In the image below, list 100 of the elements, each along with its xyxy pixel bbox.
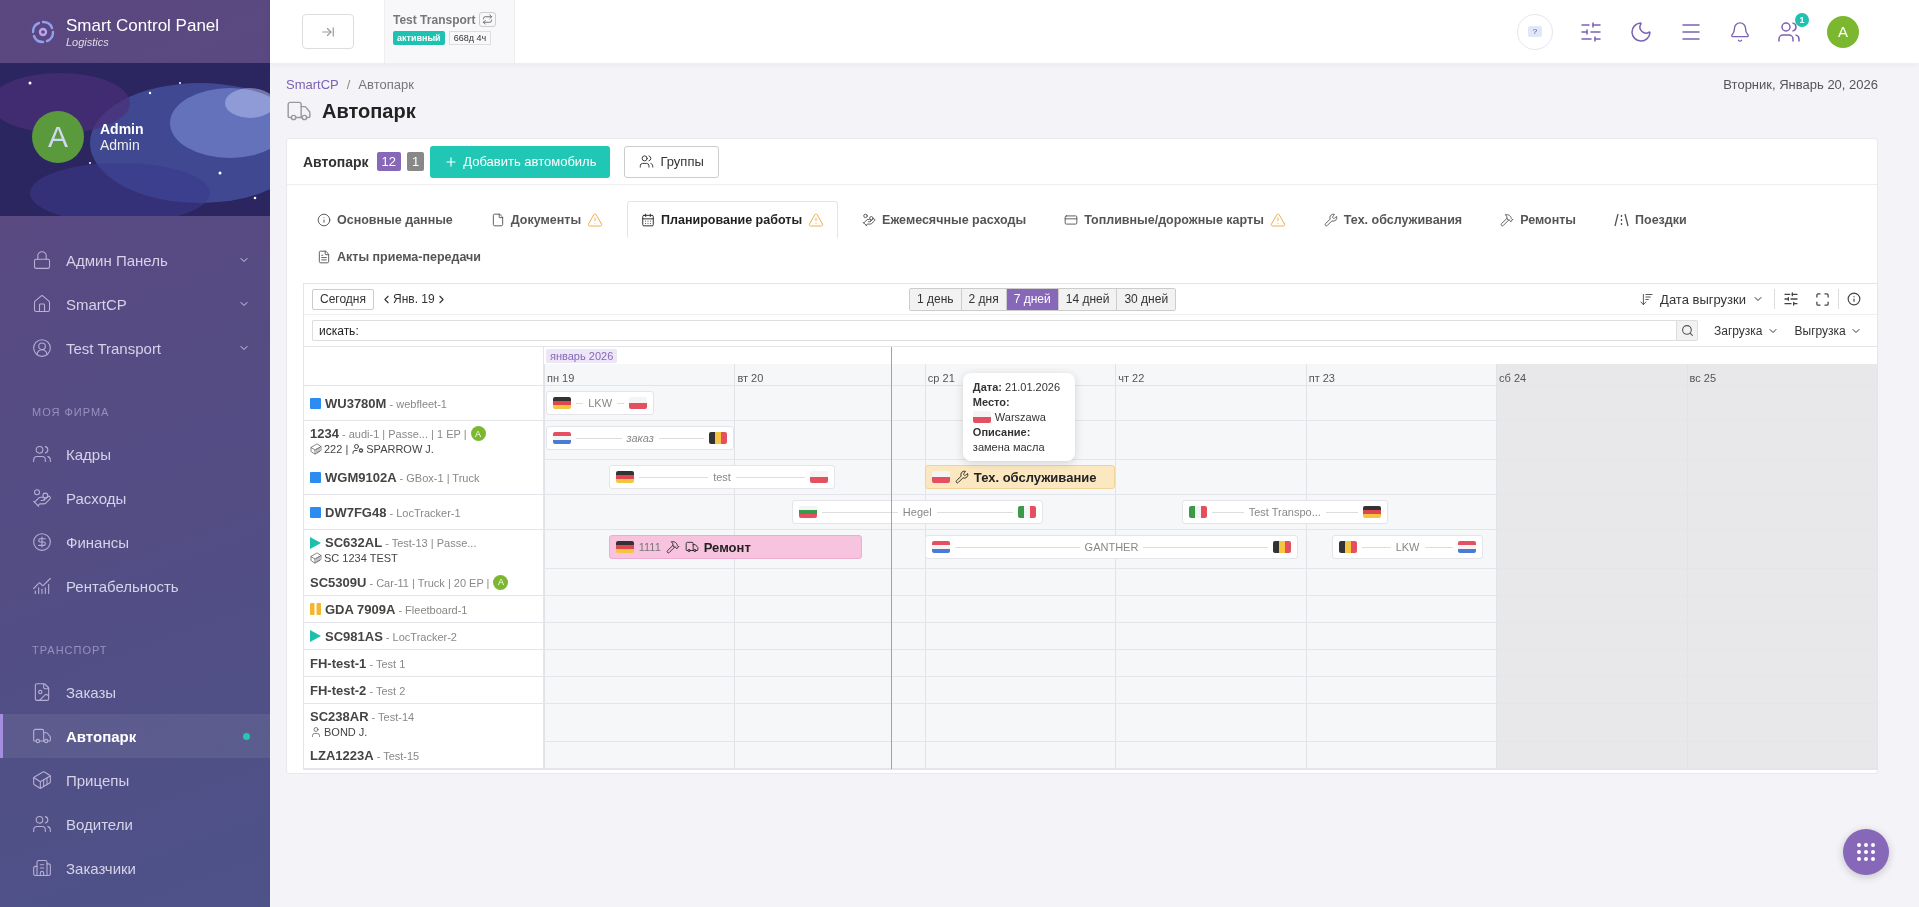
switch-button[interactable] — [479, 12, 497, 27]
user-role: Admin — [100, 137, 141, 153]
loading-dropdown[interactable]: Загрузка — [1714, 323, 1779, 338]
search-button[interactable] — [1676, 320, 1698, 341]
users-icon — [32, 814, 52, 834]
settings-button[interactable] — [1579, 19, 1603, 44]
nav-item[interactable]: SmartCP — [0, 282, 270, 326]
vehicle-title: GDA 7909A - Fleetboard-1 — [325, 601, 468, 617]
vehicle-title: LZA1223A - Test-15 — [310, 747, 420, 763]
uptime-badge: 668д 4ч — [448, 31, 492, 45]
info-icon — [1847, 292, 1861, 306]
user-name: Admin — [100, 121, 144, 137]
vehicle-title: DW7FG48 - LocTracker-1 — [325, 504, 461, 520]
nav-item[interactable]: Прицепы — [0, 758, 270, 802]
range-button[interactable]: 2 дня — [960, 288, 1006, 310]
tab[interactable]: Топливные/дорожные карты — [1050, 201, 1300, 238]
range-button[interactable]: 14 дней — [1057, 288, 1117, 310]
card-title: Автопарк — [303, 153, 369, 170]
tab[interactable]: Планирование работы — [627, 201, 839, 238]
home-icon — [32, 294, 52, 314]
sliders-icon — [1783, 291, 1799, 307]
trip-bar[interactable]: LKW — [1332, 535, 1483, 559]
moon-button[interactable] — [1629, 19, 1653, 44]
today-button[interactable]: Сегодня — [312, 288, 374, 310]
count-badge: 1 — [407, 152, 425, 171]
search-field[interactable]: искать: — [312, 320, 1676, 341]
current-date: Вторник, Январь 20, 2026 — [1723, 77, 1878, 92]
company-name: Test Transport — [393, 12, 476, 27]
driver-name: BOND J. — [310, 726, 368, 738]
trailer-name: 222 | — [310, 443, 349, 455]
range-button[interactable]: 30 дней — [1116, 288, 1176, 310]
sort-icon — [1639, 291, 1655, 307]
tab[interactable]: Поездки — [1600, 201, 1701, 238]
hand-coins-icon — [32, 488, 52, 508]
vehicle-title: FH-test-1 - Test 1 — [310, 655, 406, 671]
brand-title: Smart Control Panel — [66, 15, 220, 36]
repair-bar[interactable]: 1111 Ремонт — [608, 535, 862, 559]
nav-item[interactable]: Кадры — [0, 432, 270, 476]
sort-dropdown[interactable]: Дата выгрузки — [1629, 291, 1774, 307]
truck-icon — [32, 726, 52, 746]
nav-item[interactable]: Админ Панель — [0, 238, 270, 282]
vehicle-title: SC238AR - Test-14 — [310, 709, 415, 724]
nav-item[interactable]: Заказы — [0, 670, 270, 714]
page-title: Автопарк — [322, 99, 416, 123]
card-icon — [1064, 213, 1079, 227]
day-label: ср 21 — [927, 372, 955, 384]
nav-item[interactable]: Автопарк — [0, 714, 270, 758]
lock-icon — [32, 250, 52, 270]
tab[interactable]: Тех. обслуживания — [1309, 201, 1477, 238]
nav-item[interactable]: Заказчики — [0, 846, 270, 890]
day-label: вс 25 — [1689, 372, 1717, 384]
tab[interactable]: Акты приема-передачи — [303, 238, 495, 275]
nav-item[interactable]: Расходы — [0, 476, 270, 520]
order-bar[interactable]: заказ — [545, 426, 735, 450]
vehicle-title: SC632AL - Test-13 | Passe... — [325, 535, 477, 550]
help-button[interactable]: ? — [1517, 13, 1553, 50]
count-badge: 12 — [376, 152, 402, 171]
day-label: сб 24 — [1499, 372, 1527, 384]
nav-item[interactable]: Водители — [0, 802, 270, 846]
breadcrumb-link[interactable]: Автопарк — [358, 77, 414, 92]
trip-bar[interactable]: test — [608, 465, 836, 489]
vehicle-title: SC981AS - LocTracker-2 — [325, 628, 457, 644]
vehicle-title: FH-test-2 - Test 2 — [310, 682, 406, 698]
nav-item[interactable]: Test Transport — [0, 326, 270, 370]
nav-item[interactable]: Рентабельность — [0, 564, 270, 608]
driver-name: SPARROW J. — [352, 443, 434, 455]
building-icon — [32, 858, 52, 878]
trip-bar[interactable]: GANTHER — [924, 535, 1299, 559]
bell-button[interactable] — [1729, 20, 1751, 43]
nav-item[interactable]: Финансы — [0, 520, 270, 564]
tab[interactable]: Документы — [476, 201, 618, 238]
trip-bar[interactable]: LKW — [545, 391, 655, 415]
wrench-icon — [1323, 213, 1338, 227]
month-label: январь 2026 — [546, 349, 618, 363]
range-button[interactable]: 7 дней — [1005, 288, 1058, 310]
plus-icon — [444, 154, 459, 169]
calendar-icon — [641, 213, 656, 227]
apps-button[interactable] — [1843, 829, 1889, 875]
road-icon — [1614, 213, 1629, 227]
period-picker[interactable]: Янв. 19 — [380, 292, 448, 306]
trip-bar[interactable]: Hegel — [791, 500, 1043, 524]
avatar-badge: A — [470, 426, 486, 441]
tab[interactable]: Ремонты — [1486, 201, 1590, 238]
trip-bar[interactable]: Test Transpo... — [1181, 500, 1388, 524]
section-heading: МОЯ ФИРМА — [31, 405, 111, 420]
tab[interactable]: Основные данные — [303, 201, 467, 238]
arrow-icon — [321, 24, 335, 39]
tab[interactable]: Ежемесячные расходы — [848, 201, 1041, 238]
users-button[interactable] — [1777, 19, 1801, 44]
users-icon — [32, 444, 52, 464]
info-icon — [317, 213, 331, 227]
user-icon — [32, 338, 52, 358]
vehicle-title: WU3780M - webfleet-1 — [325, 395, 447, 411]
hand-coins-icon — [862, 213, 877, 227]
groups-button[interactable]: Группы — [624, 145, 719, 178]
unloading-dropdown[interactable]: Выгрузка — [1794, 323, 1862, 338]
range-button[interactable]: 1 день — [910, 288, 961, 310]
driver-icon — [310, 726, 322, 738]
maintenance-bar[interactable]: Тех. обслуживание — [924, 465, 1116, 489]
breadcrumb-link[interactable]: SmartCP — [286, 77, 339, 92]
